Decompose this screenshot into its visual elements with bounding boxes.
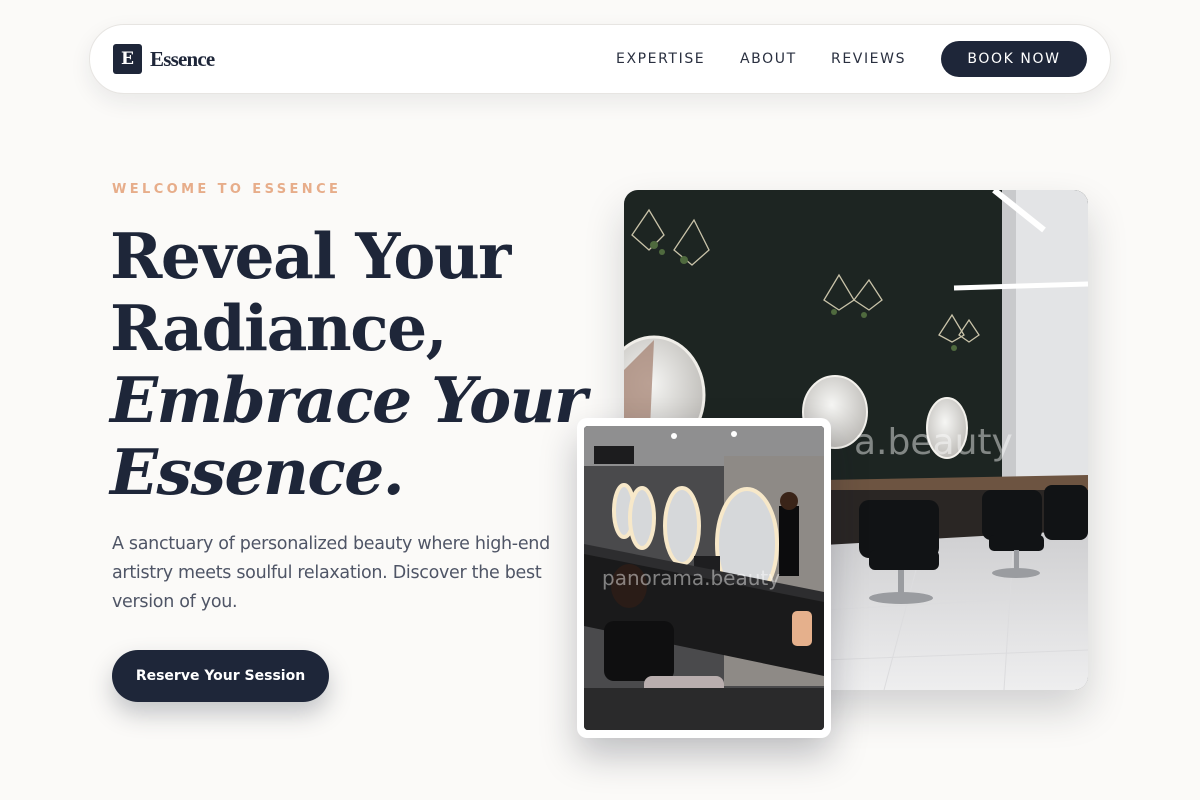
salon-inset-photo-card: panorama.beauty (577, 418, 831, 738)
navbar: E Essence EXPERTISE ABOUT REVIEWS BOOK N… (89, 24, 1111, 94)
logo-text: Essence (150, 46, 215, 71)
headline-line-1: Reveal Your (110, 219, 511, 293)
inset-photo-watermark: panorama.beauty (602, 566, 781, 590)
headline-line-4: Essence. (110, 435, 405, 509)
salon-inset-photo: panorama.beauty (584, 426, 824, 730)
main-photo-watermark: a.beauty (854, 422, 1013, 463)
hero-headline: Reveal Your Radiance, Embrace Your Essen… (110, 220, 590, 508)
book-now-button[interactable]: BOOK NOW (941, 41, 1087, 77)
headline-line-2: Radiance, (110, 291, 448, 365)
nav-link-about[interactable]: ABOUT (740, 51, 797, 67)
nav-link-expertise[interactable]: EXPERTISE (616, 51, 705, 67)
reserve-session-button[interactable]: Reserve Your Session (112, 650, 329, 702)
nav-link-reviews[interactable]: REVIEWS (831, 51, 906, 67)
logo-mark-icon: E (113, 44, 142, 74)
hero-eyebrow: WELCOME TO ESSENCE (112, 182, 342, 197)
hero-lead: A sanctuary of personalized beauty where… (112, 534, 550, 612)
logo[interactable]: E Essence (113, 44, 215, 74)
headline-line-3: Embrace Your (110, 363, 587, 437)
